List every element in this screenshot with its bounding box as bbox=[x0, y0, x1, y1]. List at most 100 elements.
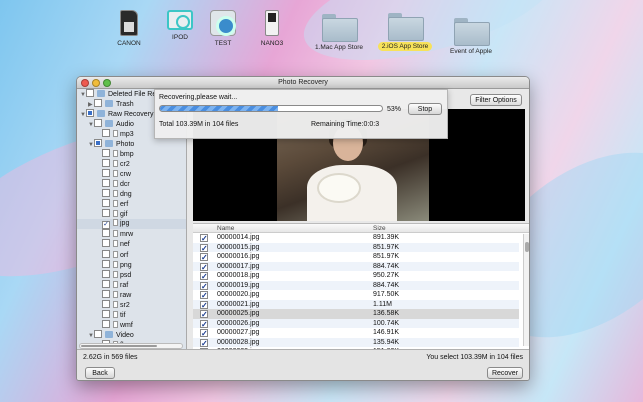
table-row[interactable]: ✓ 00000025.jpg 136.58K bbox=[193, 309, 519, 319]
table-row[interactable]: ✓ 00000020.jpg 917.50K bbox=[193, 290, 519, 300]
tree-item-raf[interactable]: raf bbox=[102, 279, 128, 290]
checkbox[interactable] bbox=[86, 89, 94, 97]
desktop-icon-event-of-apple[interactable]: Event of Apple bbox=[436, 18, 506, 56]
row-checkbox[interactable]: ✓ bbox=[200, 272, 208, 281]
row-checkbox[interactable]: ✓ bbox=[200, 329, 208, 338]
row-checkbox[interactable]: ✓ bbox=[200, 253, 208, 262]
column-header-size[interactable]: Size bbox=[373, 224, 386, 233]
tree-item-raw[interactable]: raw bbox=[102, 289, 131, 300]
row-checkbox[interactable]: ✓ bbox=[200, 281, 208, 290]
tree-item-jpg[interactable]: ✓ jpg bbox=[77, 219, 186, 230]
row-checkbox[interactable]: ✓ bbox=[200, 243, 208, 252]
tree-item-png[interactable]: png bbox=[102, 259, 132, 270]
scrollbar-thumb[interactable] bbox=[81, 345, 157, 347]
checkbox[interactable] bbox=[102, 249, 110, 258]
tree-item-cr2[interactable]: cr2 bbox=[102, 159, 130, 169]
file-icon bbox=[113, 270, 118, 278]
checkbox[interactable] bbox=[102, 159, 110, 168]
checkbox[interactable] bbox=[102, 289, 110, 298]
checkbox[interactable] bbox=[102, 229, 110, 238]
table-row[interactable]: ✓ 00000027.jpg 146.91K bbox=[193, 328, 519, 338]
file-name: 00000020.jpg bbox=[217, 291, 260, 298]
sidebar-scrollbar[interactable] bbox=[79, 343, 183, 349]
window-titlebar[interactable]: Photo Recovery bbox=[77, 77, 529, 89]
row-checkbox[interactable]: ✓ bbox=[200, 262, 208, 271]
file-icon bbox=[113, 260, 118, 268]
table-row[interactable]: ✓ 00000019.jpg 884.74K bbox=[193, 280, 519, 290]
tree-item-deleted-files[interactable]: ▼ Deleted File Re bbox=[80, 89, 156, 99]
tree-item-photo[interactable]: ▼ Photo bbox=[88, 139, 134, 149]
checkbox[interactable] bbox=[102, 169, 110, 178]
row-checkbox[interactable]: ✓ bbox=[200, 234, 208, 243]
close-button[interactable] bbox=[81, 79, 89, 87]
checkbox[interactable] bbox=[102, 209, 110, 218]
desktop-icon-nano3[interactable]: NANO3 bbox=[237, 10, 307, 48]
table-row[interactable]: ✓ 00000017.jpg 884.74K bbox=[193, 261, 519, 271]
checkbox[interactable] bbox=[94, 139, 102, 147]
tree-item-dcr[interactable]: dcr bbox=[102, 179, 130, 189]
checkbox[interactable] bbox=[102, 309, 110, 318]
checkbox[interactable] bbox=[102, 199, 110, 208]
tree-item-bmp[interactable]: bmp bbox=[102, 149, 134, 159]
tree-item-raw-recovery[interactable]: ▼ Raw Recovery bbox=[80, 109, 154, 119]
tree-item-wmf[interactable]: wmf bbox=[102, 319, 133, 330]
desktop-icon-mac-app-store[interactable]: 1.Mac App Store bbox=[304, 14, 374, 52]
filter-options-button[interactable]: Filter Options bbox=[470, 94, 522, 106]
checkbox[interactable] bbox=[102, 319, 110, 328]
progress-bar bbox=[159, 105, 383, 112]
recover-button[interactable]: Recover bbox=[487, 367, 523, 379]
file-icon bbox=[113, 240, 118, 248]
checkbox[interactable] bbox=[102, 299, 110, 308]
checkbox[interactable] bbox=[102, 179, 110, 188]
file-name: 00000025.jpg bbox=[217, 310, 260, 317]
tree-item-gif[interactable]: gif bbox=[102, 209, 127, 219]
column-header-name[interactable]: Name bbox=[217, 224, 234, 233]
checkbox[interactable] bbox=[102, 149, 110, 157]
row-checkbox[interactable]: ✓ bbox=[200, 319, 208, 328]
checkbox[interactable] bbox=[102, 189, 110, 198]
tree-item-audio[interactable]: ▼ Audio bbox=[88, 119, 134, 129]
desktop-icon-ios-app-store[interactable]: 2.iOS App Store bbox=[370, 13, 440, 51]
tree-item-nef[interactable]: nef bbox=[102, 239, 130, 249]
tree-item-dng[interactable]: dng bbox=[102, 189, 132, 199]
checkbox[interactable] bbox=[94, 330, 102, 338]
zoom-button[interactable] bbox=[103, 79, 111, 87]
desktop-icon-label: 1.Mac App Store bbox=[314, 44, 364, 51]
checkbox[interactable] bbox=[102, 279, 110, 288]
row-checkbox[interactable]: ✓ bbox=[200, 310, 208, 319]
checkbox[interactable] bbox=[102, 259, 110, 268]
checkbox[interactable] bbox=[94, 119, 102, 127]
checkbox[interactable] bbox=[102, 129, 110, 137]
tree-item-orf[interactable]: orf bbox=[102, 249, 128, 260]
tree-item-psd[interactable]: psd bbox=[102, 269, 131, 280]
tree-item-sr2[interactable]: sr2 bbox=[102, 299, 130, 310]
tree-item-trash[interactable]: ▶ Trash bbox=[88, 99, 134, 109]
checkbox[interactable] bbox=[86, 109, 94, 117]
tree-item-erf[interactable]: erf bbox=[102, 199, 128, 209]
row-checkbox[interactable]: ✓ bbox=[200, 291, 208, 300]
tree-item-video[interactable]: ▼ Video bbox=[88, 330, 134, 340]
table-row[interactable]: ✓ 00000026.jpg 100.74K bbox=[193, 318, 519, 328]
checkbox[interactable]: ✓ bbox=[102, 221, 110, 230]
minimize-button[interactable] bbox=[92, 79, 100, 87]
table-row[interactable]: ✓ 00000018.jpg 950.27K bbox=[193, 271, 519, 281]
stop-button[interactable]: Stop bbox=[408, 103, 442, 115]
checkbox[interactable] bbox=[102, 269, 110, 278]
checkbox[interactable] bbox=[94, 99, 102, 107]
back-button[interactable]: Back bbox=[85, 367, 115, 379]
desktop-icon-label: TEST bbox=[214, 40, 232, 47]
tree-item-mrw[interactable]: mrw bbox=[102, 229, 133, 239]
table-row[interactable]: ✓ 00000014.jpg 891.39K bbox=[193, 233, 519, 243]
table-row[interactable]: ✓ 00000016.jpg 851.97K bbox=[193, 252, 519, 262]
table-row[interactable]: ✓ 00000028.jpg 135.94K bbox=[193, 337, 519, 347]
row-checkbox[interactable]: ✓ bbox=[200, 300, 208, 309]
tree-item-tif[interactable]: tif bbox=[102, 309, 125, 320]
row-checkbox[interactable]: ✓ bbox=[200, 338, 208, 347]
tree-item-mp3[interactable]: mp3 bbox=[102, 129, 134, 139]
file-list-scrollbar[interactable] bbox=[523, 234, 529, 346]
scrollbar-thumb[interactable] bbox=[525, 242, 529, 252]
table-row[interactable]: ✓ 00000015.jpg 851.97K bbox=[193, 242, 519, 252]
checkbox[interactable] bbox=[102, 239, 110, 248]
table-row[interactable]: ✓ 00000021.jpg 1.11M bbox=[193, 299, 519, 309]
tree-item-crw[interactable]: crw bbox=[102, 169, 131, 179]
